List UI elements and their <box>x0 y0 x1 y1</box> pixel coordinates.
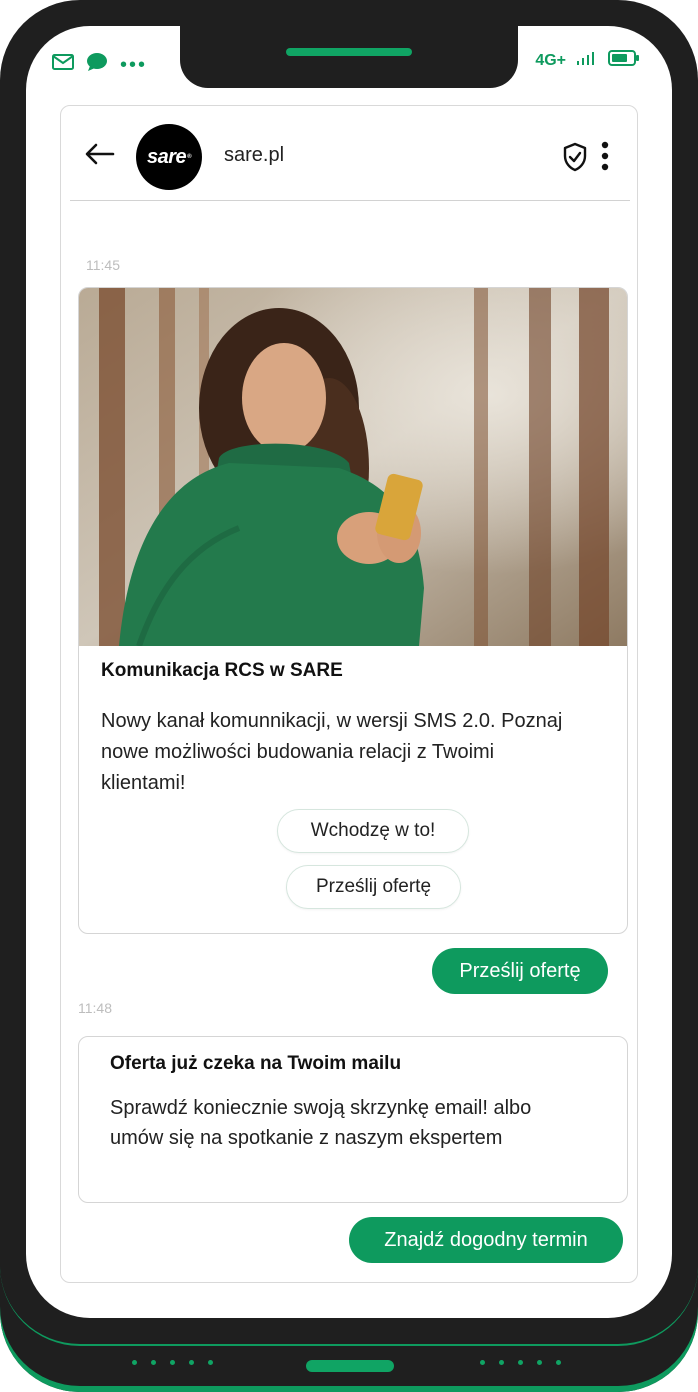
avatar[interactable]: sare ® <box>136 124 202 190</box>
rich-card: Komunikacja RCS w SARE Nowy kanał komunn… <box>78 287 628 934</box>
card-title: Oferta już czeka na Twoim mailu <box>110 1053 402 1074</box>
kebab-menu-icon[interactable] <box>600 141 610 171</box>
chat-bubble-icon <box>86 52 108 77</box>
chat-header: sare ® sare.pl <box>70 106 630 201</box>
user-reply-bubble: Prześlij ofertę <box>432 948 608 994</box>
status-bar-right: 4G+ <box>535 50 640 71</box>
message-card: Oferta już czeka na Twoim mailu Sprawdź … <box>78 1036 628 1203</box>
home-indicator[interactable] <box>306 1360 394 1372</box>
avatar-logo-text: sare <box>146 145 187 168</box>
camera-notch <box>180 26 518 88</box>
message-timestamp: 11:45 <box>86 257 120 273</box>
sender-name: sare.pl <box>224 144 285 166</box>
message-timestamp: 11:48 <box>78 1000 112 1016</box>
card-image <box>79 288 627 646</box>
shield-check-icon[interactable] <box>562 142 588 172</box>
status-bar-left: ••• <box>52 52 147 77</box>
bezel-dots-right <box>480 1360 561 1365</box>
card-title: Komunikacja RCS w SARE <box>101 660 343 681</box>
back-arrow-icon[interactable] <box>84 142 116 166</box>
mail-icon <box>52 54 74 75</box>
battery-icon <box>608 50 640 71</box>
card-description: Nowy kanał komunnikacji, w wersji SMS 2.… <box>101 710 563 794</box>
suggestion-chip-send-offer[interactable]: Prześlij ofertę <box>286 865 461 909</box>
user-reply-bubble: Znajdź dogodny termin <box>349 1217 623 1263</box>
bezel-dots-left <box>132 1360 213 1365</box>
suggestion-chip-join[interactable]: Wchodzę w to! <box>277 809 469 853</box>
signal-icon <box>576 50 598 71</box>
more-dots-icon: ••• <box>120 53 148 76</box>
network-type: 4G+ <box>535 51 566 69</box>
card-description: Sprawdź koniecznie swoją skrzynkę email!… <box>110 1097 532 1149</box>
speaker-bar <box>286 48 412 56</box>
